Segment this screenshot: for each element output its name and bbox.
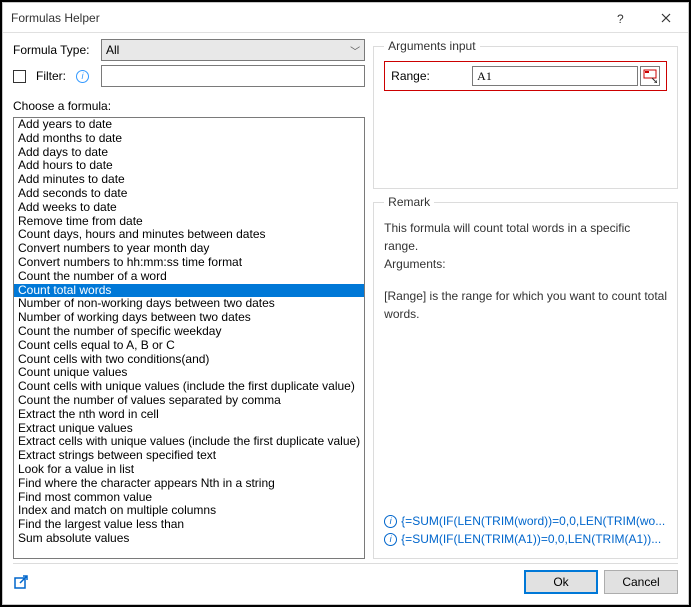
list-item[interactable]: Add weeks to date — [14, 201, 364, 215]
list-item[interactable]: Count cells equal to A, B or C — [14, 339, 364, 353]
range-selector-icon — [643, 69, 657, 83]
formula-resolved-link[interactable]: i {=SUM(IF(LEN(TRIM(A1))=0,0,LEN(TRIM(A1… — [384, 530, 667, 548]
chevron-down-icon: ﹀ — [350, 43, 360, 58]
range-picker-button[interactable] — [640, 66, 660, 86]
link-text-1: {=SUM(IF(LEN(TRIM(word))=0,0,LEN(TRIM(wo… — [401, 514, 665, 528]
share-icon — [13, 573, 31, 591]
list-item[interactable]: Count the number of specific weekday — [14, 325, 364, 339]
link-text-2: {=SUM(IF(LEN(TRIM(A1))=0,0,LEN(TRIM(A1))… — [401, 532, 661, 546]
remark-links: i {=SUM(IF(LEN(TRIM(word))=0,0,LEN(TRIM(… — [384, 512, 667, 548]
info-icon: i — [384, 515, 397, 528]
dialog-footer: Ok Cancel — [13, 563, 678, 594]
range-label: Range: — [391, 69, 466, 83]
list-item[interactable]: Count unique values — [14, 366, 364, 380]
list-item[interactable]: Extract the nth word in cell — [14, 408, 364, 422]
left-column: Formula Type: All ﹀ Filter: i Choose a f… — [13, 39, 365, 559]
list-item[interactable]: Sum absolute values — [14, 532, 364, 546]
list-item[interactable]: Convert numbers to hh:mm:ss time format — [14, 256, 364, 270]
range-input[interactable] — [472, 66, 638, 86]
list-item[interactable]: Convert numbers to year month day — [14, 242, 364, 256]
range-field-wrap — [472, 66, 660, 86]
filter-checkbox[interactable] — [13, 70, 26, 83]
remark-body: This formula will count total words in a… — [384, 217, 667, 325]
formula-type-value: All — [106, 43, 119, 57]
list-item[interactable]: Add months to date — [14, 132, 364, 146]
window-title: Formulas Helper — [11, 11, 598, 25]
cancel-button[interactable]: Cancel — [604, 570, 678, 594]
remark-line3: [Range] is the range for which you want … — [384, 287, 667, 323]
dialog-window: Formulas Helper ? Formula Type: All ﹀ Fi… — [2, 2, 689, 605]
remark-legend: Remark — [384, 195, 434, 209]
arguments-input-group: Arguments input Range: — [373, 39, 678, 189]
formula-type-label: Formula Type: — [13, 43, 95, 57]
list-item[interactable]: Add years to date — [14, 118, 364, 132]
list-item[interactable]: Count cells with unique values (include … — [14, 380, 364, 394]
info-icon[interactable]: i — [76, 70, 89, 83]
remark-line2: Arguments: — [384, 255, 667, 273]
filter-label: Filter: — [36, 69, 66, 83]
list-item[interactable]: Extract cells with unique values (includ… — [14, 435, 364, 449]
list-item[interactable]: Look for a value in list — [14, 463, 364, 477]
ok-button[interactable]: Ok — [524, 570, 598, 594]
list-item[interactable]: Find the largest value less than — [14, 518, 364, 532]
formula-template-link[interactable]: i {=SUM(IF(LEN(TRIM(word))=0,0,LEN(TRIM(… — [384, 512, 667, 530]
list-item[interactable]: Count days, hours and minutes between da… — [14, 228, 364, 242]
list-item[interactable]: Number of non-working days between two d… — [14, 297, 364, 311]
filter-row: Filter: i — [13, 65, 365, 87]
right-column: Arguments input Range: — [373, 39, 678, 559]
dialog-body: Formula Type: All ﹀ Filter: i Choose a f… — [3, 33, 688, 604]
list-item[interactable]: Add minutes to date — [14, 173, 364, 187]
main-columns: Formula Type: All ﹀ Filter: i Choose a f… — [13, 39, 678, 559]
list-item[interactable]: Add seconds to date — [14, 187, 364, 201]
list-item[interactable]: Extract strings between specified text — [14, 449, 364, 463]
list-item[interactable]: Count the number of a word — [14, 270, 364, 284]
info-icon: i — [384, 533, 397, 546]
range-argument-row: Range: — [384, 61, 667, 91]
share-button[interactable] — [13, 573, 31, 591]
formula-type-row: Formula Type: All ﹀ — [13, 39, 365, 61]
svg-text:?: ? — [617, 12, 624, 25]
list-item[interactable]: Count total words — [14, 284, 364, 298]
filter-input[interactable] — [101, 65, 365, 87]
list-item[interactable]: Count the number of values separated by … — [14, 394, 364, 408]
list-item[interactable]: Number of working days between two dates — [14, 311, 364, 325]
close-button[interactable] — [643, 3, 688, 33]
list-item[interactable]: Add hours to date — [14, 159, 364, 173]
list-item[interactable]: Extract unique values — [14, 422, 364, 436]
title-bar: Formulas Helper ? — [3, 3, 688, 33]
list-item[interactable]: Count cells with two conditions(and) — [14, 353, 364, 367]
choose-formula-label: Choose a formula: — [13, 99, 365, 113]
list-item[interactable]: Find most common value — [14, 491, 364, 505]
list-item[interactable]: Index and match on multiple columns — [14, 504, 364, 518]
list-item[interactable]: Remove time from date — [14, 215, 364, 229]
formula-type-select[interactable]: All ﹀ — [101, 39, 365, 61]
list-item[interactable]: Add days to date — [14, 146, 364, 160]
help-button[interactable]: ? — [598, 3, 643, 33]
remark-line1: This formula will count total words in a… — [384, 219, 667, 255]
arguments-legend: Arguments input — [384, 39, 479, 53]
list-item[interactable]: Find where the character appears Nth in … — [14, 477, 364, 491]
formula-listbox[interactable]: Add years to dateAdd months to dateAdd d… — [13, 117, 365, 559]
remark-group: Remark This formula will count total wor… — [373, 195, 678, 559]
